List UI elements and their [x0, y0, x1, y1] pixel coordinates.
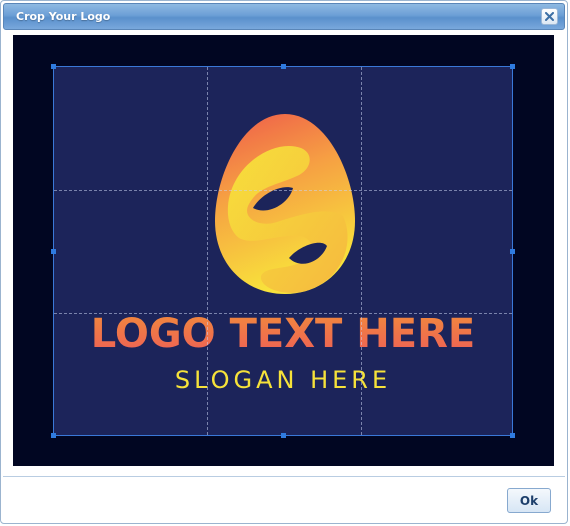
crop-grid-line	[54, 313, 512, 314]
crop-handle-bottom-right[interactable]	[510, 433, 515, 438]
dialog-titlebar[interactable]: Crop Your Logo	[3, 3, 565, 30]
crop-selection-box[interactable]	[51, 64, 515, 438]
crop-handle-top-left[interactable]	[51, 64, 56, 69]
crop-grid-line	[361, 67, 362, 435]
crop-handle-top[interactable]	[281, 64, 286, 69]
crop-handle-top-right[interactable]	[510, 64, 515, 69]
footer-divider	[3, 476, 565, 477]
dialog-title: Crop Your Logo	[16, 10, 111, 23]
crop-handle-bottom[interactable]	[281, 433, 286, 438]
crop-canvas: LOGO TEXT HERE SLOGAN HERE	[13, 35, 554, 466]
close-button[interactable]	[541, 8, 558, 25]
close-icon	[545, 12, 554, 21]
crop-handle-bottom-left[interactable]	[51, 433, 56, 438]
crop-grid-line	[207, 67, 208, 435]
crop-handle-right[interactable]	[510, 249, 515, 254]
ok-button[interactable]: Ok	[507, 488, 551, 513]
crop-dialog: Crop Your Logo LOGO TEXT HERE SLOGAN HER…	[0, 0, 568, 524]
crop-grid-line	[54, 190, 512, 191]
crop-handle-left[interactable]	[51, 249, 56, 254]
